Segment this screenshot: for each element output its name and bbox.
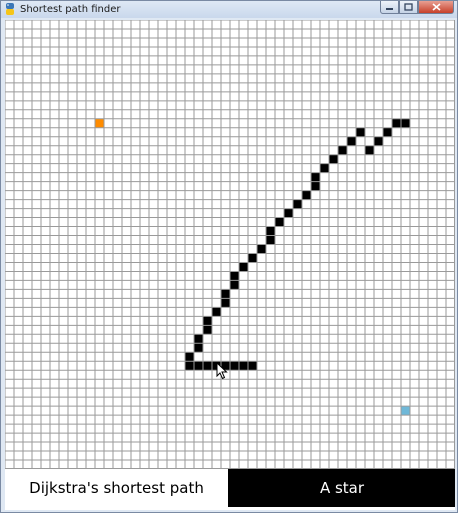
pathfinder-canvas: Dijkstra's shortest path A star — [5, 20, 455, 510]
wall-cell[interactable] — [392, 118, 401, 128]
minimize-icon — [386, 7, 393, 10]
close-icon — [431, 3, 441, 11]
window-controls — [380, 1, 454, 15]
wall-cell[interactable] — [221, 289, 230, 299]
wall-cell[interactable] — [338, 145, 347, 155]
wall-cell[interactable] — [212, 307, 221, 317]
start-node[interactable] — [95, 118, 104, 128]
wall-cell[interactable] — [194, 361, 203, 371]
maximize-button[interactable] — [399, 1, 418, 14]
wall-cell[interactable] — [248, 253, 257, 263]
wall-cell[interactable] — [311, 181, 320, 191]
wall-cell[interactable] — [329, 154, 338, 164]
wall-cell[interactable] — [374, 136, 383, 146]
dijkstra-button[interactable]: Dijkstra's shortest path — [5, 469, 229, 507]
wall-cell[interactable] — [347, 136, 356, 146]
close-button[interactable] — [418, 1, 454, 14]
wall-cell[interactable] — [194, 343, 203, 353]
wall-cell[interactable] — [275, 217, 284, 227]
wall-cell[interactable] — [302, 190, 311, 200]
wall-cell[interactable] — [293, 199, 302, 209]
wall-cell[interactable] — [257, 244, 266, 254]
wall-cell[interactable] — [266, 226, 275, 236]
wall-cell[interactable] — [194, 334, 203, 344]
wall-cell[interactable] — [311, 172, 320, 182]
wall-cell[interactable] — [239, 361, 248, 371]
wall-cell[interactable] — [284, 208, 293, 218]
app-window: Shortest path finder Dijkstra's shortest… — [0, 0, 458, 513]
wall-cell[interactable] — [320, 163, 329, 173]
wall-cell[interactable] — [356, 127, 365, 137]
grid-board[interactable] — [5, 20, 455, 469]
end-node[interactable] — [401, 406, 410, 416]
wall-cell[interactable] — [185, 352, 194, 362]
wall-cell[interactable] — [230, 280, 239, 290]
wall-cell[interactable] — [248, 361, 257, 371]
minimize-button[interactable] — [380, 1, 399, 14]
wall-cell[interactable] — [230, 271, 239, 281]
algorithm-button-bar: Dijkstra's shortest path A star — [5, 469, 455, 507]
mouse-pointer-icon — [216, 362, 228, 380]
wall-cell[interactable] — [203, 361, 212, 371]
wall-cell[interactable] — [185, 361, 194, 371]
wall-cell[interactable] — [230, 361, 239, 371]
title-bar[interactable]: Shortest path finder — [1, 1, 457, 18]
wall-cell[interactable] — [383, 127, 392, 137]
wall-cell[interactable] — [239, 262, 248, 272]
astar-button[interactable]: A star — [229, 469, 455, 507]
window-title: Shortest path finder — [20, 4, 121, 15]
wall-cell[interactable] — [365, 145, 374, 155]
wall-cell[interactable] — [221, 298, 230, 308]
wall-cell[interactable] — [266, 235, 275, 245]
wall-cell[interactable] — [401, 118, 410, 128]
wall-cell[interactable] — [203, 316, 212, 326]
python-icon — [6, 3, 14, 15]
wall-cell[interactable] — [203, 325, 212, 335]
maximize-icon — [404, 3, 413, 11]
